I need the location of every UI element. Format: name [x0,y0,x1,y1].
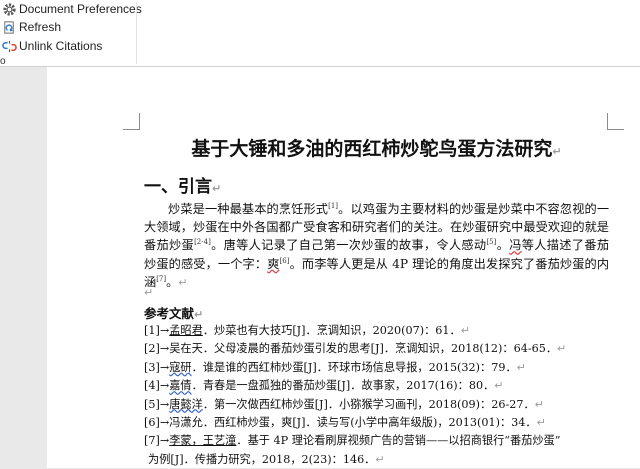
reference-author: 唐懿洋 [169,397,203,411]
document-preferences-label: Document Preferences [19,2,142,16]
paragraph-mark: ↵ [375,452,385,466]
refresh-label: Refresh [19,20,62,34]
reference-number: [6]→ [144,416,170,430]
reference-item: [3]→寇研．谁是谁的西红柿炒蛋[J]．环球市场信息导报，2015(32)：79… [144,359,614,377]
paragraph-mark: ↵ [178,275,188,289]
reference-item-continuation: 为例[J]．传播力研究，2018，2(23)：146．↵ [144,451,614,469]
paragraph-mark: ↵ [516,360,526,374]
refresh-icon [2,20,17,35]
paragraph-mark: ↵ [552,145,562,158]
intro-paragraph: 炒菜是一种最基本的烹饪形式[1]。以鸡蛋为主要材料的炒蛋是炒菜中不容忽视的一大领… [144,200,609,292]
reference-number: [2]→ [144,342,170,356]
section-heading: 一、引言↵ [144,172,221,197]
ribbon: Document Preferences Refresh Unlink Cita… [0,0,640,67]
heading-text: 一、引言 [144,177,212,197]
reference-item: [6]→冯潇允．西红柿炒蛋，爽[J]．读与写(小学中高年级版)，2013(01)… [144,414,614,432]
unlink-icon [2,39,17,54]
reference-number: [1]→ [144,324,170,337]
body-text: 炒菜是一种最基本的烹饪形式 [168,202,329,216]
reference-item: [5]→唐懿洋．第一次做西红柿炒蛋[J]．小猕猴学习画刊，2018(09)：26… [144,396,614,414]
margin-corner-mark [123,113,140,130]
reference-text: 为例[J]．传播力研究，2018，2(23)：146． [148,452,376,466]
paragraph-mark: ↵ [212,182,222,195]
reference-item: [1]→孟昭君．炒菜也有大技巧[J]．烹调知识，2020(07)：61．↵ [144,322,614,340]
document-preferences-button[interactable]: Document Preferences [2,0,142,18]
reference-item: [7]→李蒙，王艺潼．基于 4P 理论看刷屏视频广告的营销——以招商银行“番茄炒… [144,432,614,450]
reference-author: 嘉倩 [169,379,192,393]
citation-mark: [5] [486,238,497,247]
reference-author: 孟昭君 [169,324,203,337]
paragraph-mark: ↵ [460,324,470,337]
body-text: 。 [496,238,510,253]
refresh-button[interactable]: Refresh [2,18,61,36]
reference-number: [4]→ [144,379,170,393]
reference-text: ．第一次做西红柿炒蛋[J]．小猕猴学习画刊，2018(09)：26-27． [202,397,535,411]
citation-mark: [2-4] [194,238,211,247]
reference-text: ．基于 4P 理论看刷屏视频广告的营销——以招商银行“番茄炒蛋” [236,434,561,448]
paragraph-mark: ↵ [557,342,567,356]
spellcheck-flagged-text: 冯 [509,238,522,253]
reference-text: ．青春是一盘孤独的番茄炒蛋[J]．故事家，2017(16)：80． [191,379,495,393]
reference-author: 李蒙，王艺潼 [169,434,237,448]
gear-icon [2,2,17,17]
ribbon-group-label: o [0,56,6,67]
citation-mark: [1] [328,202,339,210]
reference-author: 冯潇允 [169,416,203,430]
reference-number: [3]→ [144,360,170,374]
reference-list: [1]→孟昭君．炒菜也有大技巧[J]．烹调知识，2020(07)：61．↵ [2… [144,322,614,469]
reference-text: ．西红柿炒蛋，爽[J]．读与写(小学中高年级版)，2013(01)：34． [202,416,537,430]
paragraph-mark: ↵ [144,286,154,299]
reference-item: [2]→吴在天．父母凌晨的番茄炒蛋引发的思考[J]．烹调知识，2018(12)：… [144,340,614,358]
paragraph-mark: ↵ [534,397,544,411]
reference-number: [7]→ [144,434,170,448]
reference-text: ．炒菜也有大技巧[J]．烹调知识，2020(07)：61． [202,324,461,337]
references-heading: 参考文献↵ [144,303,203,322]
unlink-citations-button[interactable]: Unlink Citations [2,37,102,55]
body-text: 。唐等人记录了自己第一次炒蛋的故事，令人感动 [210,238,487,253]
paragraph-mark: ↵ [494,379,504,393]
document-title: 基于大锤和多油的西红柿炒鸵鸟蛋方法研究↵ [144,134,609,161]
reference-item: [4]→嘉倩．青春是一盘孤独的番茄炒蛋[J]．故事家，2017(16)：80．↵ [144,377,614,395]
spellcheck-flagged-text: 爽 [267,256,280,271]
reference-author: 吴在天 [169,342,203,356]
unlink-citations-label: Unlink Citations [19,39,103,53]
reference-author: 寇研 [169,360,192,374]
references-heading-text: 参考文献 [144,306,195,321]
paragraph-mark: ↵ [194,308,204,321]
ribbon-divider [136,2,137,64]
reference-text: ．父母凌晨的番茄炒蛋引发的思考[J]．烹调知识，2018(12)：64-65． [202,342,558,356]
document-page[interactable]: 基于大锤和多油的西红柿炒鸵鸟蛋方法研究↵ 一、引言↵ 炒菜是一种最基本的烹饪形式… [47,67,640,468]
empty-paragraph: ↵ [144,286,153,299]
reference-number: [5]→ [144,397,170,411]
body-text: 。 [166,274,179,289]
paragraph-mark: ↵ [536,416,546,430]
citation-mark: [6] [279,256,290,265]
reference-text: ．谁是谁的西红柿炒蛋[J]．环球市场信息导报，2015(32)：79． [191,360,517,374]
citation-mark: [7] [156,274,167,283]
margin-corner-mark [607,113,624,130]
title-text: 基于大锤和多油的西红柿炒鸵鸟蛋方法研究 [191,138,553,160]
